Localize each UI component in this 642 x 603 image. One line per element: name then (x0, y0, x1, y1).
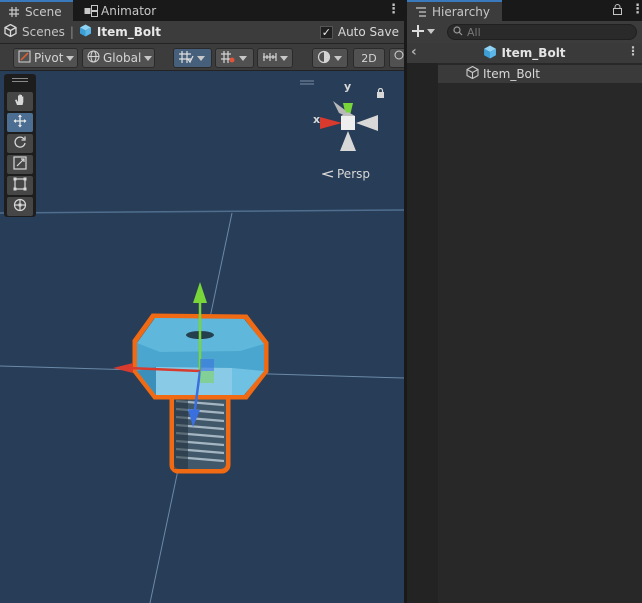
tab-scene-label: Scene (25, 4, 62, 19)
ruler-button[interactable] (257, 48, 293, 68)
overlay-drag-handle (300, 80, 314, 85)
increment-snap-button[interactable] (215, 48, 254, 68)
grid-icon (8, 6, 20, 18)
axis-x-label: x (313, 113, 321, 126)
grid-snap-button[interactable] (173, 48, 212, 68)
2d-label: 2D (361, 51, 377, 65)
scale-tool[interactable] (7, 155, 33, 174)
global-label: Global (103, 51, 142, 65)
hierarchy-menu-icon[interactable]: ⋮ (631, 3, 642, 17)
scene-canvas (0, 80, 404, 603)
scale-icon (13, 156, 27, 173)
tool-palette (4, 74, 36, 217)
2d-toggle-button[interactable]: 2D (353, 48, 385, 68)
perspective-icon (320, 167, 334, 181)
grid-snap-icon (178, 50, 194, 67)
breadcrumb: Scenes | Item_Bolt ✓ Auto Save (0, 21, 404, 43)
orientation-gizmo (320, 101, 378, 151)
scene-toolbar: Pivot Global 2D (0, 43, 409, 71)
tab-scene[interactable]: Scene (0, 0, 73, 21)
scene-window: Scene Animator ⋮ Scenes | Item_Bolt ✓ Au… (0, 0, 409, 603)
rotate-tool[interactable] (7, 134, 33, 153)
chevron-down-icon (427, 29, 435, 34)
back-chevron-icon[interactable]: ‹ (411, 44, 417, 60)
increment-snap-icon (220, 50, 236, 67)
prefab-icon (483, 45, 497, 62)
tab-hierarchy[interactable]: Hierarchy (407, 0, 502, 21)
hand-tool[interactable] (7, 92, 33, 111)
shading-mode-button[interactable] (312, 48, 348, 68)
lightbulb-icon (394, 50, 404, 66)
horizon-line (0, 209, 404, 214)
chevron-down-icon (66, 55, 75, 61)
projection-label: Persp (337, 167, 370, 181)
breadcrumb-current[interactable]: Item_Bolt (97, 25, 161, 39)
prefab-menu-icon[interactable]: ⋮ (627, 44, 639, 58)
rect-transform-icon (13, 177, 27, 194)
auto-save-label: Auto Save (337, 25, 399, 39)
hierarchy-item-label: Item_Bolt (483, 67, 540, 81)
auto-save-checkbox[interactable]: ✓ (319, 25, 333, 39)
hand-icon (13, 93, 27, 110)
hierarchy-gutter (407, 43, 438, 603)
search-icon (453, 25, 463, 39)
animator-icon (84, 4, 98, 17)
projection-toggle[interactable]: Persp (320, 167, 370, 181)
axis-y-label: y (344, 80, 352, 93)
hierarchy-window: Hierarchy ⋮ All ‹ Item_Bolt ⋮ Item_Bolt (407, 0, 642, 603)
move-icon (13, 114, 27, 131)
chevron-down-icon (144, 55, 153, 61)
tab-animator-label: Animator (101, 3, 157, 18)
transform-tool[interactable] (7, 197, 33, 216)
globe-icon (87, 50, 100, 66)
rect-tool[interactable] (7, 176, 33, 195)
shading-icon (317, 50, 331, 67)
hierarchy-search-input[interactable]: All (447, 24, 637, 40)
ruler-icon (262, 51, 277, 66)
gameobject-icon (466, 65, 479, 82)
transform-icon (13, 198, 27, 215)
plus-icon (412, 22, 424, 41)
breadcrumb-separator: | (69, 25, 74, 39)
chevron-down-icon (197, 55, 205, 61)
move-tool[interactable] (7, 113, 33, 132)
hierarchy-tabbar: Hierarchy ⋮ (407, 0, 642, 21)
lock-icon[interactable] (613, 4, 622, 18)
scene-menu-icon[interactable]: ⋮ (387, 3, 400, 17)
create-button[interactable] (412, 22, 435, 41)
tab-animator[interactable]: Animator (76, 0, 164, 21)
pivot-icon (18, 50, 31, 66)
chevron-down-icon (334, 55, 342, 61)
hierarchy-toolbar: All (407, 21, 642, 43)
scene-tabbar: Scene Animator ⋮ (0, 0, 404, 21)
lock-icon[interactable] (376, 87, 385, 101)
chevron-down-icon (239, 55, 247, 61)
unity-scene-icon (4, 23, 17, 40)
list-icon (415, 6, 427, 18)
hierarchy-item[interactable]: Item_Bolt (438, 65, 642, 83)
palette-drag-handle[interactable] (12, 78, 28, 82)
global-dropdown[interactable]: Global (82, 48, 155, 68)
rotate-icon (13, 135, 27, 152)
breadcrumb-scenes[interactable]: Scenes (22, 25, 65, 39)
search-placeholder: All (467, 25, 481, 39)
auto-save-toggle[interactable]: ✓ Auto Save (319, 25, 399, 39)
chevron-down-icon (280, 55, 288, 61)
tab-hierarchy-label: Hierarchy (432, 4, 491, 19)
prefab-stage-header[interactable]: ‹ Item_Bolt ⋮ (407, 43, 642, 63)
pivot-dropdown[interactable]: Pivot (13, 48, 78, 68)
scene-viewport[interactable]: x y Persp (0, 71, 404, 603)
prefab-stage-name: Item_Bolt (501, 46, 566, 60)
pivot-label: Pivot (34, 51, 64, 65)
hierarchy-tree: ‹ Item_Bolt ⋮ Item_Bolt (407, 43, 642, 603)
prefab-icon (79, 24, 92, 40)
